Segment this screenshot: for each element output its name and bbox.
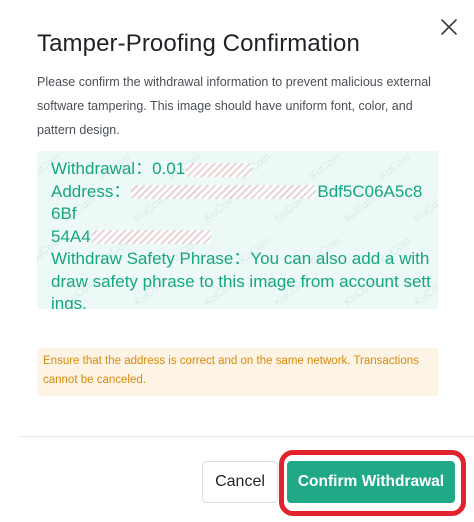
redaction-mask — [186, 162, 253, 177]
dialog-title: Tamper-Proofing Confirmation — [37, 30, 360, 57]
close-icon[interactable] — [432, 10, 466, 44]
redaction-mask — [131, 185, 317, 200]
withdrawal-info-text: Withdrawal：0.01 Address： Bdf5C06A5c86Bf 5… — [51, 158, 431, 309]
dialog-description: Please confirm the withdrawal informatio… — [37, 75, 431, 137]
footer-divider — [20, 436, 474, 437]
withdrawal-info-image: KuCoin KuCoin KuCoin KuCoin KuCoin KuCoin KuCo… — [37, 151, 438, 309]
safety-phrase-text: Withdraw Safety Phrase：You can also add … — [51, 249, 431, 309]
address-line: Address： Bdf5C06A5c86Bf — [51, 181, 431, 226]
network-warning: Ensure that the address is correct and o… — [37, 348, 438, 396]
tamper-proofing-dialog: Tamper-Proofing Confirmation Please conf… — [0, 0, 474, 522]
cancel-button[interactable]: Cancel — [202, 461, 278, 503]
address-line2-start: 54A4 — [51, 226, 91, 246]
withdrawal-label: Withdrawal： — [51, 159, 153, 178]
withdrawal-amount-line: Withdrawal：0.01 — [51, 158, 431, 181]
address-label: Address： — [51, 181, 131, 201]
redaction-mask — [91, 230, 212, 245]
address-continuation-line: 54A4 — [51, 226, 431, 249]
withdrawal-amount: 0.01 — [152, 159, 186, 178]
confirm-withdrawal-button[interactable]: Confirm Withdrawal — [287, 461, 455, 503]
